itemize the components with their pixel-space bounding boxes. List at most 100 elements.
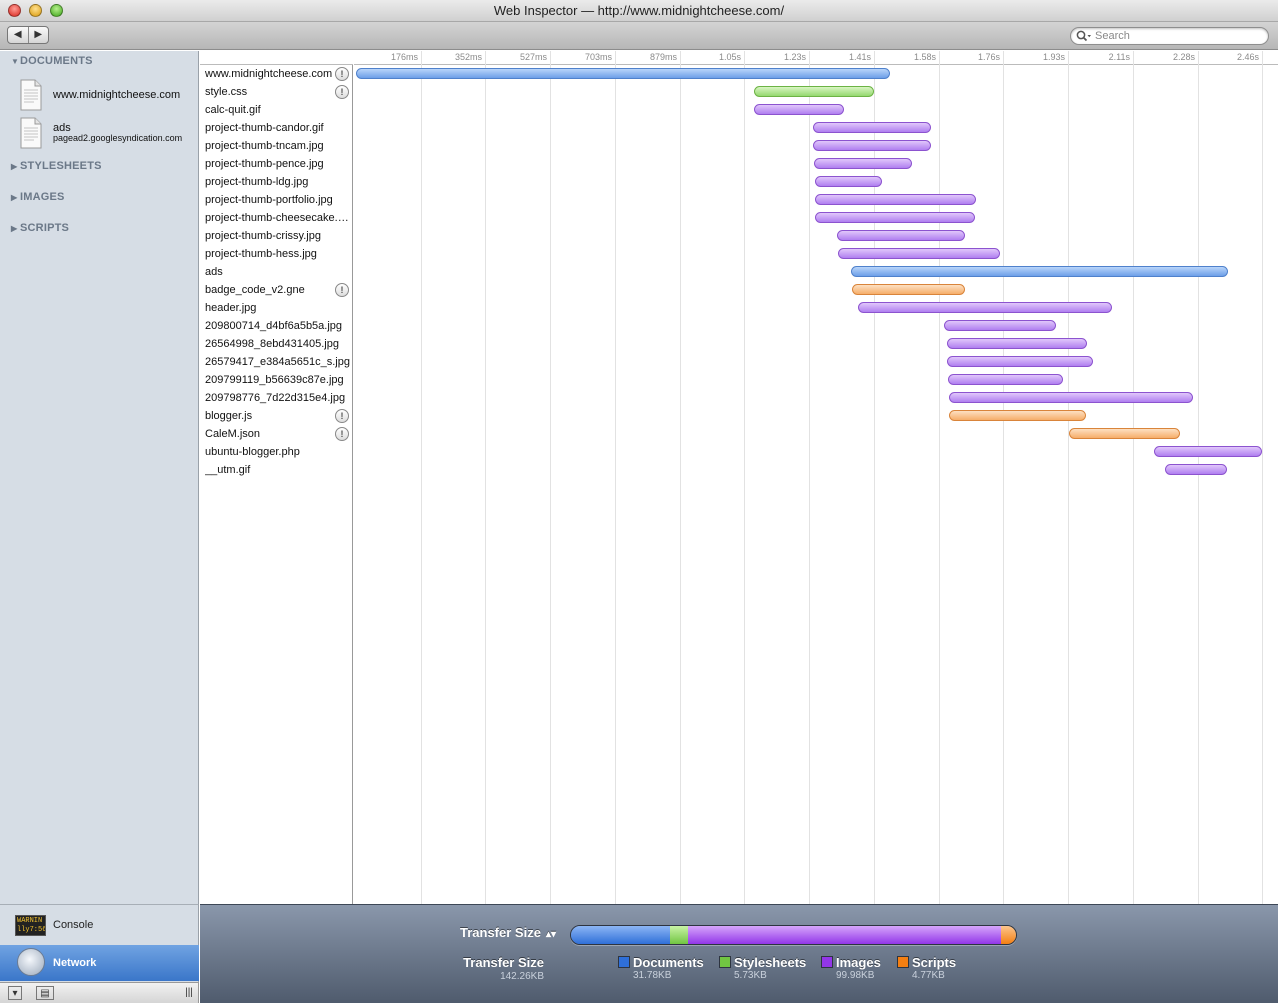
warning-icon[interactable]: ! bbox=[335, 409, 349, 423]
forward-button[interactable]: ▶ bbox=[27, 27, 49, 43]
legend-label: Documents bbox=[633, 955, 704, 970]
resource-name[interactable]: project-thumb-hess.jpg bbox=[205, 248, 350, 260]
timeline-tick-label: 352ms bbox=[454, 52, 482, 62]
summary-bar: Transfer Size ▴▾ Transfer Size 142.26KB D… bbox=[200, 904, 1278, 1003]
resource-bar[interactable] bbox=[754, 86, 874, 97]
warning-icon[interactable]: ! bbox=[335, 85, 349, 99]
timeline-tick-label: 1.05s bbox=[718, 52, 741, 62]
disclosure-expanded-icon[interactable]: ▼ bbox=[11, 57, 20, 66]
resource-bar[interactable] bbox=[813, 122, 931, 133]
resource-name[interactable]: project-thumb-cheesecake.jpg bbox=[205, 212, 350, 224]
resource-bar[interactable] bbox=[851, 266, 1228, 277]
tab-label: Console bbox=[53, 919, 94, 931]
sidebar-section-stylesheets[interactable]: ▶ STYLESHEETS bbox=[11, 160, 102, 172]
dock-toggle-icon[interactable]: ▾ bbox=[8, 986, 22, 1000]
disclosure-collapsed-icon[interactable]: ▶ bbox=[11, 224, 20, 233]
resource-name[interactable]: header.jpg bbox=[205, 302, 350, 314]
resource-bar[interactable] bbox=[814, 158, 912, 169]
legend-swatch bbox=[897, 956, 909, 968]
resource-name[interactable]: __utm.gif bbox=[205, 464, 350, 476]
resource-name[interactable]: project-thumb-pence.jpg bbox=[205, 158, 350, 170]
resource-name[interactable]: 209798776_7d22d315e4.jpg bbox=[205, 392, 350, 404]
section-label: SCRIPTS bbox=[20, 222, 70, 234]
resource-bar[interactable] bbox=[1154, 446, 1262, 457]
legend-label: Scripts bbox=[912, 955, 957, 970]
resource-name[interactable]: www.midnightcheese.com bbox=[205, 68, 333, 80]
resource-bar[interactable] bbox=[815, 194, 976, 205]
legend-swatch bbox=[719, 956, 731, 968]
sidebar-section-scripts[interactable]: ▶ SCRIPTS bbox=[11, 222, 69, 234]
resource-bar[interactable] bbox=[1069, 428, 1180, 439]
resource-bar[interactable] bbox=[947, 356, 1093, 367]
warning-icon[interactable]: ! bbox=[335, 427, 349, 441]
resource-bar[interactable] bbox=[1165, 464, 1227, 475]
resource-name[interactable]: blogger.js bbox=[205, 410, 333, 422]
size-segment-scripts bbox=[1001, 926, 1016, 944]
resource-bar[interactable] bbox=[356, 68, 890, 79]
resource-name[interactable]: project-thumb-candor.gif bbox=[205, 122, 350, 134]
history-nav: ◀ ▶ bbox=[7, 26, 49, 44]
resource-name[interactable]: 209800714_d4bf6a5b5a.jpg bbox=[205, 320, 350, 332]
tab-console[interactable]: WARNIN lly7:56 Console bbox=[0, 907, 199, 943]
summary-mode-selector[interactable]: Transfer Size ▴▾ bbox=[460, 925, 556, 940]
disclosure-collapsed-icon[interactable]: ▶ bbox=[11, 162, 20, 171]
search-input[interactable] bbox=[1095, 29, 1263, 43]
resource-bar[interactable] bbox=[949, 392, 1193, 403]
resource-name[interactable]: ubuntu-blogger.php bbox=[205, 446, 350, 458]
resource-bar[interactable] bbox=[813, 140, 931, 151]
search-field[interactable] bbox=[1070, 27, 1269, 45]
resource-bar[interactable] bbox=[815, 176, 882, 187]
resource-name[interactable]: badge_code_v2.gne bbox=[205, 284, 333, 296]
resource-name[interactable]: 26564998_8ebd431405.jpg bbox=[205, 338, 350, 350]
resource-bar[interactable] bbox=[815, 212, 975, 223]
sidebar: ▼DOCUMENTS www.midnightcheese.com ads pa… bbox=[0, 51, 199, 904]
sidebar-item-document[interactable]: www.midnightcheese.com bbox=[18, 79, 198, 113]
resource-name[interactable]: 26579417_e384a5651c_s.jpg bbox=[205, 356, 350, 368]
resource-bar[interactable] bbox=[949, 410, 1086, 421]
resource-name[interactable]: project-thumb-crissy.jpg bbox=[205, 230, 350, 242]
sidebar-section-images[interactable]: ▶ IMAGES bbox=[11, 191, 65, 203]
timeline-gridline bbox=[680, 51, 681, 904]
document-icon bbox=[20, 117, 42, 149]
close-window-button[interactable] bbox=[8, 4, 21, 17]
resource-name[interactable]: project-thumb-ldg.jpg bbox=[205, 176, 350, 188]
total-label: Transfer Size bbox=[463, 955, 544, 970]
sidebar-section-documents[interactable]: ▼DOCUMENTS bbox=[11, 55, 93, 67]
resource-name[interactable]: 209799119_b56639c87e.jpg bbox=[205, 374, 350, 386]
transfer-size-bar bbox=[570, 925, 1017, 945]
sidebar-item-document[interactable]: ads pagead2.googlesyndication.com bbox=[18, 117, 198, 151]
timeline-tick-label: 2.28s bbox=[1172, 52, 1195, 62]
resource-bar[interactable] bbox=[754, 104, 844, 115]
resource-bar[interactable] bbox=[948, 374, 1063, 385]
total-value: 142.26KB bbox=[500, 971, 544, 982]
resource-bar[interactable] bbox=[852, 284, 965, 295]
warning-icon[interactable]: ! bbox=[335, 283, 349, 297]
legend-value: 4.77KB bbox=[912, 970, 945, 981]
resource-name[interactable]: style.css bbox=[205, 86, 333, 98]
split-view-icon[interactable]: ▤ bbox=[36, 986, 54, 1000]
back-button[interactable]: ◀ bbox=[8, 27, 28, 43]
resource-bar[interactable] bbox=[947, 338, 1087, 349]
timeline-tick-label: 1.76s bbox=[977, 52, 1000, 62]
resource-name[interactable]: CaleM.json bbox=[205, 428, 333, 440]
timeline-gridline bbox=[615, 51, 616, 904]
zoom-window-button[interactable] bbox=[50, 4, 63, 17]
status-bar: ▾ ▤ ||| bbox=[0, 982, 199, 1003]
resource-name[interactable]: ads bbox=[205, 266, 350, 278]
resource-bar[interactable] bbox=[837, 230, 965, 241]
panel-tabs: WARNIN lly7:56 Console Network bbox=[0, 904, 199, 982]
resource-name[interactable]: project-thumb-tncam.jpg bbox=[205, 140, 350, 152]
warning-icon[interactable]: ! bbox=[335, 67, 349, 81]
resource-bar[interactable] bbox=[858, 302, 1112, 313]
resource-name[interactable]: calc-quit.gif bbox=[205, 104, 350, 116]
transfer-size-total: Transfer Size 142.26KB bbox=[462, 955, 544, 982]
resource-name[interactable]: project-thumb-portfolio.jpg bbox=[205, 194, 350, 206]
resize-grip-icon[interactable]: ||| bbox=[183, 986, 195, 1000]
legend-value: 99.98KB bbox=[836, 970, 875, 981]
tab-network[interactable]: Network bbox=[0, 945, 199, 981]
resource-bar[interactable] bbox=[944, 320, 1056, 331]
resource-bar[interactable] bbox=[838, 248, 1000, 259]
minimize-window-button[interactable] bbox=[29, 4, 42, 17]
resources-view: www.midnightcheese.com! style.css! calc-qu… bbox=[200, 51, 1278, 904]
disclosure-collapsed-icon[interactable]: ▶ bbox=[11, 193, 20, 202]
